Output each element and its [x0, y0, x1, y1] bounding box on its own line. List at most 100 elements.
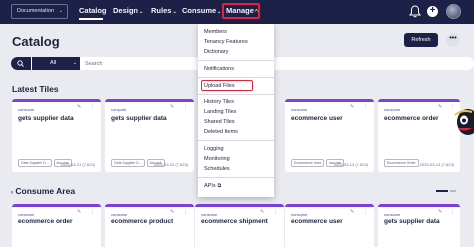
- kebab-icon[interactable]: ⋮: [363, 104, 368, 110]
- tile-card[interactable]: consume ✎ ⋮ gets supplier data: [378, 204, 460, 247]
- carousel-dot[interactable]: [450, 190, 456, 192]
- menu-item-notifications[interactable]: Notifications: [204, 66, 234, 72]
- tile-title: ecommerce user: [291, 115, 343, 122]
- scope-select[interactable]: All ⌄: [32, 57, 80, 70]
- section-title-consume: › Consume Area: [11, 186, 75, 196]
- tile-card[interactable]: consume ✎ ⋮ ecommerce order: [12, 204, 101, 247]
- chevron-right-icon[interactable]: ›: [11, 190, 13, 196]
- nav-design[interactable]: Design⌄: [113, 6, 143, 15]
- tile-date: 2023-03-13 (7,623): [419, 162, 454, 167]
- tile-accent-bar: [285, 99, 374, 102]
- nav-rules[interactable]: Rules⌄: [151, 6, 177, 15]
- menu-divider: [198, 140, 274, 141]
- bell-icon[interactable]: [409, 5, 421, 18]
- tile-title: ecommerce shipment: [201, 218, 268, 225]
- pencil-icon[interactable]: ✎: [77, 104, 81, 110]
- tile-type: consume: [384, 107, 401, 112]
- menu-item-schedules[interactable]: Schedules: [204, 166, 230, 172]
- carousel-dot-active[interactable]: [436, 190, 448, 192]
- mascot-illustration: [454, 109, 474, 135]
- tile-accent-bar: [12, 99, 101, 102]
- tile-accent-bar: [285, 204, 374, 207]
- tile-accent-bar: [12, 204, 101, 207]
- tile-title: ecommerce product: [111, 218, 174, 225]
- nav-manage[interactable]: Manage^: [226, 6, 258, 15]
- nav-consume[interactable]: Consume⌄: [182, 6, 221, 15]
- menu-item-tenancy-features[interactable]: Tenancy Features: [204, 39, 248, 45]
- tile-accent-bar: [378, 99, 460, 102]
- pencil-icon[interactable]: ✎: [350, 104, 354, 110]
- kebab-icon[interactable]: ⋮: [450, 209, 455, 215]
- pencil-icon[interactable]: ✎: [438, 209, 442, 215]
- menu-item-apis[interactable]: APIs ⧉: [204, 183, 221, 189]
- tile-title: gets supplier data: [18, 115, 74, 122]
- nav-catalog[interactable]: Catalog: [79, 6, 107, 15]
- refresh-button[interactable]: Refresh: [404, 33, 438, 47]
- tile-type: consume: [111, 212, 128, 217]
- tile-date: 2023-03-21 (7,623): [60, 162, 95, 167]
- menu-item-shared-tiles[interactable]: Shared Tiles: [204, 119, 235, 125]
- kebab-icon[interactable]: ⋮: [90, 104, 95, 110]
- pencil-icon[interactable]: ✎: [170, 104, 174, 110]
- tile-card[interactable]: consume ✎ ⋮ ecommerce user: [285, 204, 374, 247]
- tile-card[interactable]: consume ✎ ⋮ ecommerce product: [105, 204, 194, 247]
- tile-tag: Ecommerce User: [291, 159, 325, 167]
- menu-item-dictionary[interactable]: Dictionary: [204, 49, 228, 55]
- kebab-icon[interactable]: ⋮: [183, 104, 188, 110]
- tile-type: compute: [111, 107, 127, 112]
- menu-item-history-tiles[interactable]: History Tiles: [204, 99, 234, 105]
- kebab-icon[interactable]: ⋮: [273, 209, 278, 215]
- page-title: Catalog: [12, 34, 60, 49]
- tile-accent-bar: [378, 204, 460, 207]
- tile-card[interactable]: consume ✎ ⋮ ecommerce shipment: [195, 204, 284, 247]
- plus-circle-icon[interactable]: +: [427, 6, 438, 17]
- documentation-selector-label: Documentation: [17, 8, 54, 14]
- kebab-icon[interactable]: ⋮: [363, 209, 368, 215]
- menu-item-logging[interactable]: Logging: [204, 146, 224, 152]
- menu-item-landing-tiles[interactable]: Landing Tiles: [204, 109, 236, 115]
- nav-design-label: Design: [113, 6, 139, 15]
- menu-item-apis-label: APIs: [204, 183, 216, 189]
- nav-catalog-label: Catalog: [79, 6, 107, 15]
- tile-tags: Ecommerce Order: [384, 151, 421, 169]
- kebab-icon[interactable]: ⋮: [183, 209, 188, 215]
- nav-consume-label: Consume: [182, 6, 217, 15]
- tile-title: gets supplier data: [111, 115, 167, 122]
- tile-card[interactable]: consume ✎ ⋮ ecommerce order Ecommerce Or…: [378, 99, 460, 172]
- tile-tag: Gets Supplier D...: [111, 159, 145, 167]
- carousel-indicator[interactable]: [436, 190, 460, 192]
- tile-date: 2023-03-13 (7,623): [333, 162, 368, 167]
- search-input[interactable]: [85, 57, 205, 70]
- tile-type: consume: [384, 212, 401, 217]
- tile-card[interactable]: consume ✎ ⋮ gets supplier data Gets Supp…: [12, 99, 101, 172]
- kebab-icon[interactable]: •••: [446, 33, 460, 47]
- pencil-icon[interactable]: ✎: [350, 209, 354, 215]
- search-icon: [17, 60, 24, 67]
- chevron-down-icon: ⌄: [72, 60, 77, 66]
- chevron-down-icon: ⌄: [172, 9, 177, 15]
- tile-card[interactable]: consume ✎ ⋮ ecommerce user Ecommerce Use…: [285, 99, 374, 172]
- menu-item-deleted-items[interactable]: Deleted Items: [204, 129, 238, 135]
- kebab-icon[interactable]: ⋮: [90, 209, 95, 215]
- tile-card[interactable]: compute ✎ ⋮ gets supplier data Gets Supp…: [105, 99, 194, 172]
- menu-item-members[interactable]: Members: [204, 29, 227, 35]
- menu-item-monitoring[interactable]: Monitoring: [204, 156, 230, 162]
- chevron-down-icon: ⌄: [58, 8, 63, 14]
- pencil-icon[interactable]: ✎: [170, 209, 174, 215]
- pencil-icon[interactable]: ✎: [77, 209, 81, 215]
- tile-accent-bar: [195, 204, 284, 207]
- manage-dropdown-menu: Members Tenancy Features Dictionary Noti…: [198, 24, 274, 197]
- scope-select-label: All: [50, 60, 57, 66]
- external-link-icon: ⧉: [217, 183, 222, 189]
- pencil-icon[interactable]: ✎: [438, 104, 442, 110]
- search-button[interactable]: [11, 57, 31, 70]
- tile-title: ecommerce order: [18, 218, 73, 225]
- tile-type: consume: [18, 212, 35, 217]
- menu-divider: [198, 60, 274, 61]
- documentation-selector[interactable]: Documentation ⌄: [11, 4, 68, 19]
- tile-date: 2023-03-22 (7,623): [153, 162, 188, 167]
- tile-type: consume: [291, 212, 308, 217]
- pencil-icon[interactable]: ✎: [260, 209, 264, 215]
- avatar[interactable]: [446, 4, 461, 19]
- chevron-up-icon: ^: [254, 9, 258, 15]
